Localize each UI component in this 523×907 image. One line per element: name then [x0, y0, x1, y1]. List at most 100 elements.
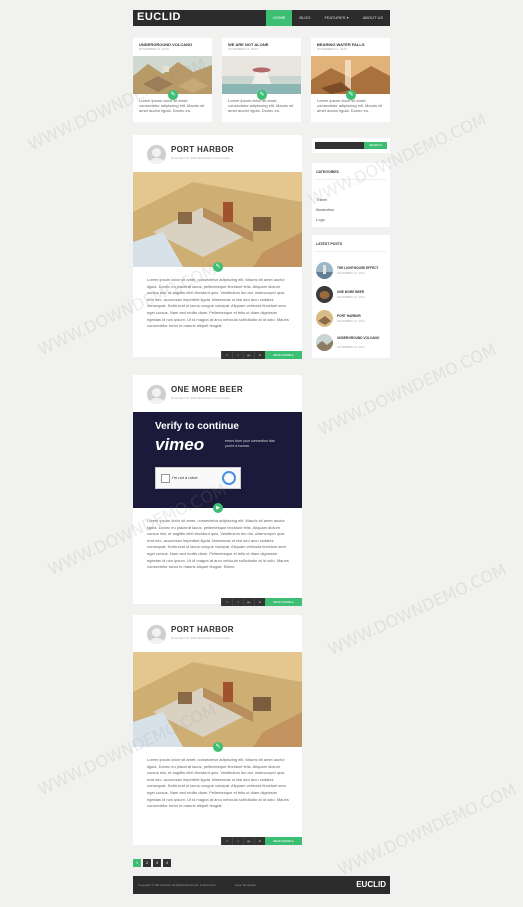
categories-widget: CATEGORIES Travel Illustration Logo — [312, 163, 390, 227]
post-title[interactable]: PORT HARBOR — [171, 625, 234, 634]
video-note: errors from your connection that you're … — [225, 439, 275, 448]
featured-card[interactable]: BEARING WATER FALLS NOVEMBER 12, 2013 ✎ … — [311, 38, 390, 122]
page-4-button[interactable]: 4 — [163, 859, 171, 867]
linkedin-icon[interactable]: in — [254, 837, 265, 845]
latest-post-title[interactable]: UNDERGROUND VOLCANO — [337, 336, 389, 340]
page-1-button[interactable]: 1 — [133, 859, 141, 867]
divider — [316, 251, 386, 252]
twitter-icon[interactable]: t — [232, 351, 243, 359]
post-title[interactable]: PORT HARBOR — [171, 145, 234, 154]
post-title[interactable]: ONE MORE BEER — [171, 385, 243, 394]
nav-blog[interactable]: BLOG — [292, 10, 317, 26]
categories-title: CATEGORIES — [316, 170, 339, 174]
latest-post-title[interactable]: THE LIGHTHOUSE EFFECT — [337, 266, 389, 270]
latest-post-title[interactable]: ONE MORE BEER — [337, 290, 389, 294]
avatar — [147, 625, 166, 644]
captcha-checkbox[interactable] — [161, 474, 170, 483]
top-navbar: EUCLID HOME BLOG FEATURES ▾ ABOUT US — [133, 10, 390, 26]
featured-card[interactable]: UNDERGROUND VOLCANO NOVEMBER 12, 2013 ✎ … — [133, 38, 212, 122]
featured-image[interactable] — [222, 56, 301, 94]
captcha-widget: I'm not a robot — [155, 467, 241, 489]
pagination: 1 2 3 4 — [133, 859, 173, 867]
post-meta: November 12, 2013 Illustration 2 Comment… — [171, 636, 230, 640]
post-excerpt: Lorem ipsum dolor sit amet, consectetur … — [147, 757, 289, 809]
main-nav: HOME BLOG FEATURES ▾ ABOUT US — [266, 10, 390, 26]
latest-post-title[interactable]: PORT HARBOR — [337, 314, 389, 318]
latest-post-thumb[interactable] — [316, 334, 333, 351]
google-plus-icon[interactable]: g+ — [243, 351, 254, 359]
post-meta: November 12, 2013 Illustration 2 Comment… — [171, 156, 230, 160]
facebook-icon[interactable]: f — [221, 598, 232, 606]
post-image[interactable] — [133, 652, 302, 747]
page-2-button[interactable]: 2 — [143, 859, 151, 867]
post-footer: f t g+ in READ MORE ▸ — [221, 598, 302, 606]
facebook-icon[interactable]: f — [221, 837, 232, 845]
linkedin-icon[interactable]: in — [254, 598, 265, 606]
read-more-button[interactable]: READ MORE ▸ — [265, 837, 302, 845]
post-meta: November 12, 2013 Illustration 2 Comment… — [171, 396, 230, 400]
google-plus-icon[interactable]: g+ — [243, 598, 254, 606]
blog-post: PORT HARBOR November 12, 2013 Illustrati… — [133, 135, 302, 359]
blog-post: PORT HARBOR November 12, 2013 Illustrati… — [133, 615, 302, 845]
featured-date: NOVEMBER 12, 2013 — [139, 47, 169, 51]
featured-excerpt: Lorem ipsum dolor sit amet, consectetur … — [317, 98, 383, 113]
facebook-icon[interactable]: f — [221, 351, 232, 359]
featured-card[interactable]: WE ARE NOT ALONE NOVEMBER 12, 2013 ✎ Lor… — [222, 38, 301, 122]
pencil-icon: ✎ — [213, 742, 223, 752]
category-link[interactable]: Illustration — [316, 207, 334, 212]
post-excerpt: Lorem ipsum dolor sit amet, consectetur … — [147, 277, 289, 329]
latest-post-date: NOVEMBER 12, 2013 — [337, 271, 365, 275]
blog-post: ONE MORE BEER November 12, 2013 Illustra… — [133, 375, 302, 606]
pencil-icon: ✎ — [213, 262, 223, 272]
latest-post-thumb[interactable] — [316, 262, 333, 279]
post-image[interactable] — [133, 172, 302, 267]
search-widget: SEARCH — [312, 138, 390, 153]
latest-post-date: NOVEMBER 12, 2013 — [337, 295, 365, 299]
watermark: WWW.DOWNDEMO.COM — [325, 559, 510, 660]
twitter-icon[interactable]: t — [232, 598, 243, 606]
twitter-icon[interactable]: t — [232, 837, 243, 845]
copyright-text: Copyright © 2013 Euclid. All Rights Rese… — [138, 883, 256, 887]
footer-logo[interactable]: EUCLID — [356, 880, 386, 889]
footer-link[interactable]: Asus Templates — [235, 883, 256, 887]
recaptcha-icon — [222, 471, 236, 485]
captcha-label: I'm not a robot — [172, 475, 198, 480]
avatar — [147, 385, 166, 404]
category-link[interactable]: Travel — [316, 197, 327, 202]
watermark: WWW.DOWNDEMO.COM — [335, 779, 520, 880]
latest-posts-title: LATEST POSTS — [316, 242, 343, 246]
latest-post-date: NOVEMBER 12, 2013 — [337, 319, 365, 323]
google-plus-icon[interactable]: g+ — [243, 837, 254, 845]
read-more-button[interactable]: READ MORE ▸ — [265, 351, 302, 359]
play-icon[interactable]: ▶ — [213, 503, 223, 513]
nav-features[interactable]: FEATURES ▾ — [317, 10, 355, 26]
post-footer: f t g+ in READ MORE ▸ — [221, 837, 302, 845]
featured-date: NOVEMBER 12, 2013 — [317, 47, 347, 51]
divider — [316, 179, 386, 180]
featured-image[interactable] — [311, 56, 390, 94]
search-input[interactable] — [315, 142, 364, 149]
category-link[interactable]: Logo — [316, 217, 325, 222]
site-footer: Copyright © 2013 Euclid. All Rights Rese… — [133, 876, 390, 894]
linkedin-icon[interactable]: in — [254, 351, 265, 359]
nav-home[interactable]: HOME — [266, 10, 293, 26]
post-footer: f t g+ in READ MORE ▸ — [221, 351, 302, 359]
featured-image[interactable] — [133, 56, 212, 94]
search-button[interactable]: SEARCH — [364, 142, 387, 149]
latest-post-date: NOVEMBER 12, 2013 — [337, 345, 365, 349]
video-heading: Verify to continue — [155, 421, 239, 432]
page-3-button[interactable]: 3 — [153, 859, 161, 867]
copyright-line: Copyright © 2013 Euclid. All Rights Rese… — [138, 883, 216, 887]
video-embed[interactable]: Verify to continue vimeo errors from you… — [133, 412, 302, 508]
nav-about-us[interactable]: ABOUT US — [356, 10, 390, 26]
read-more-button[interactable]: READ MORE ▸ — [265, 598, 302, 606]
avatar — [147, 145, 166, 164]
featured-date: NOVEMBER 12, 2013 — [228, 47, 258, 51]
nav-features-label: FEATURES — [324, 15, 346, 20]
latest-posts-widget: LATEST POSTS THE LIGHTHOUSE EFFECT NOVEM… — [312, 235, 390, 358]
latest-post-thumb[interactable] — [316, 286, 333, 303]
featured-excerpt: Lorem ipsum dolor sit amet, consectetur … — [228, 98, 294, 113]
site-logo[interactable]: EUCLID — [137, 11, 181, 23]
latest-post-thumb[interactable] — [316, 310, 333, 327]
post-excerpt: Lorem ipsum dolor sit amet, consectetur … — [147, 518, 289, 570]
